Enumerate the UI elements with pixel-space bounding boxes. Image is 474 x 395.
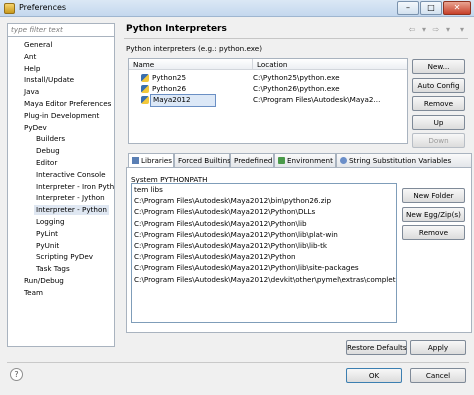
interpreter-name: Maya2012 <box>153 95 191 104</box>
tree-item[interactable]: PyUnit <box>36 241 59 251</box>
maximize-button[interactable]: □ <box>420 1 442 15</box>
tree-item[interactable]: Help <box>24 64 40 74</box>
minimize-button[interactable]: – <box>397 1 419 15</box>
tab-libraries[interactable]: Libraries <box>128 153 174 168</box>
tree-item[interactable]: Debug <box>36 146 60 156</box>
python-icon <box>141 85 149 93</box>
filter-input[interactable]: type filter text <box>7 23 115 37</box>
tree-item[interactable]: Java <box>24 87 39 97</box>
auto-config-button[interactable]: Auto Config <box>412 78 465 93</box>
pythonpath-list[interactable]: tem libs C:\Program Files\Autodesk\Maya20… <box>131 183 397 323</box>
back-arrow-icon[interactable]: ⇦ <box>406 25 418 35</box>
view-menu-icon[interactable]: ▾ <box>456 25 468 35</box>
ok-button[interactable]: OK <box>346 368 402 383</box>
libraries-icon <box>132 157 139 164</box>
header-divider <box>124 38 468 39</box>
interpreter-location: C:\Python26\python.exe <box>253 84 340 93</box>
new-interpreter-button[interactable]: New... <box>412 59 465 74</box>
pythonpath-entry[interactable]: C:\Program Files\Autodesk\Maya2012\Pytho… <box>134 263 359 273</box>
tree-item[interactable]: Ant <box>24 52 36 62</box>
pythonpath-entry[interactable]: C:\Program Files\Autodesk\Maya2012\Pytho… <box>134 207 315 217</box>
tree-item[interactable]: Builders <box>36 134 65 144</box>
forward-arrow-icon[interactable]: ⇨ <box>430 25 442 35</box>
tree-item[interactable]: Interpreter - Python <box>34 205 109 216</box>
remove-path-button[interactable]: Remove <box>402 225 465 240</box>
tree-item[interactable]: Plug-in Development <box>24 111 99 121</box>
pythonpath-entry[interactable]: C:\Program Files\Autodesk\Maya2012\Pytho… <box>134 230 338 240</box>
preferences-app-icon <box>4 3 15 14</box>
interpreter-row[interactable]: Python25 C:\Python25\python.exe <box>129 72 407 83</box>
interpreter-row-selected[interactable]: Maya2012 C:\Program Files\Autodesk\Maya2… <box>129 94 407 107</box>
move-down-button[interactable]: Down <box>412 133 465 148</box>
pythonpath-entry[interactable]: C:\Program Files\Autodesk\Maya2012\devki… <box>134 275 396 285</box>
tree-item[interactable]: Logging <box>36 217 65 227</box>
tree-item[interactable]: Editor <box>36 158 57 168</box>
interpreter-location: C:\Program Files\Autodesk\Maya2... <box>253 95 381 104</box>
close-button[interactable]: ✕ <box>443 1 471 15</box>
interpreter-name: Python26 <box>152 84 187 93</box>
tree-item[interactable]: Interpreter - Jython <box>36 193 105 203</box>
preferences-tree[interactable]: General Ant Help Install/Update Java Maya Edi… <box>7 37 115 347</box>
tree-item[interactable]: Task Tags <box>36 264 70 274</box>
interpreter-row[interactable]: Python26 C:\Python26\python.exe <box>129 83 407 94</box>
column-header-name[interactable]: Name <box>129 59 253 70</box>
cancel-button[interactable]: Cancel <box>410 368 466 383</box>
pythonpath-entry[interactable]: C:\Program Files\Autodesk\Maya2012\Pytho… <box>134 252 296 262</box>
tree-item[interactable]: Interactive Console <box>36 170 106 180</box>
page-title: Python Interpreters <box>126 24 227 34</box>
pythonpath-entry[interactable]: tem libs <box>134 185 163 195</box>
tree-item[interactable]: Run/Debug <box>24 276 64 286</box>
footer-divider <box>7 362 469 363</box>
interpreter-tabs: Libraries Forced Builtins Predefined Env… <box>126 153 472 168</box>
column-header-location[interactable]: Location <box>253 59 407 70</box>
apply-button[interactable]: Apply <box>410 340 466 355</box>
pythonpath-entry[interactable]: C:\Program Files\Autodesk\Maya2012\bin\p… <box>134 196 331 206</box>
tree-item[interactable]: PyDev <box>24 123 47 133</box>
window-title: Preferences <box>19 3 67 12</box>
tree-item[interactable]: Install/Update <box>24 75 74 85</box>
move-up-button[interactable]: Up <box>412 115 465 130</box>
python-icon <box>141 74 149 82</box>
tree-item[interactable]: PyLint <box>36 229 58 239</box>
pythonpath-entry[interactable]: C:\Program Files\Autodesk\Maya2012\Pytho… <box>134 241 327 251</box>
restore-defaults-button[interactable]: Restore Defaults <box>346 340 407 355</box>
tab-predefined[interactable]: Predefined <box>230 153 274 167</box>
tree-item[interactable]: Interpreter - Iron Python <box>36 182 114 192</box>
tree-item[interactable]: Team <box>24 288 43 298</box>
tab-forced-builtins[interactable]: Forced Builtins <box>174 153 231 167</box>
new-egg-zip-button[interactable]: New Egg/Zip(s) <box>402 207 465 222</box>
interpreters-description: Python interpreters (e.g.: python.exe) <box>126 44 262 53</box>
tab-environment[interactable]: Environment <box>274 153 336 167</box>
help-icon[interactable]: ? <box>10 368 23 381</box>
python-icon <box>141 96 149 104</box>
new-folder-button[interactable]: New Folder <box>402 188 465 203</box>
tree-item[interactable]: Scripting PyDev <box>36 252 93 262</box>
interpreter-name: Python25 <box>152 73 187 82</box>
pythonpath-entry[interactable]: C:\Program Files\Autodesk\Maya2012\Pytho… <box>134 219 307 229</box>
interpreters-table[interactable]: Name Location Python25 C:\Python25\pytho… <box>128 58 408 144</box>
forward-menu-chevron-icon[interactable]: ▾ <box>442 25 454 35</box>
interpreter-location: C:\Python25\python.exe <box>253 73 340 82</box>
tree-item[interactable]: Maya Editor Preferences <box>24 99 111 109</box>
variables-icon <box>340 157 347 164</box>
remove-interpreter-button[interactable]: Remove <box>412 96 465 111</box>
tab-string-substitution[interactable]: String Substitution Variables <box>336 153 472 167</box>
environment-icon <box>278 157 285 164</box>
back-menu-chevron-icon[interactable]: ▾ <box>418 25 430 35</box>
tree-item[interactable]: General <box>24 40 52 50</box>
